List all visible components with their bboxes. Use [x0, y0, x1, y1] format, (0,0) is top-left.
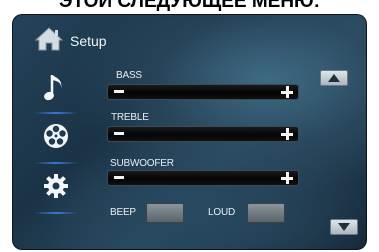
page-title: Setup — [70, 33, 107, 49]
sidebar-item-video[interactable] — [30, 118, 82, 158]
home-icon[interactable] — [34, 26, 64, 52]
subwoofer-label: SUBWOOFER — [110, 158, 174, 169]
scroll-up-button[interactable] — [320, 70, 348, 86]
plus-icon[interactable] — [281, 86, 293, 98]
plus-icon[interactable] — [281, 172, 293, 184]
minus-icon[interactable] — [114, 132, 124, 135]
minus-icon[interactable] — [114, 176, 124, 179]
treble-label: TREBLE — [111, 112, 149, 123]
sidebar — [30, 70, 82, 220]
loud-toggle[interactable] — [247, 203, 285, 223]
sidebar-item-audio[interactable] — [30, 70, 82, 110]
divider — [34, 212, 78, 214]
divider — [34, 162, 78, 164]
arrow-down-icon — [338, 223, 350, 231]
film-reel-icon — [42, 122, 70, 155]
scroll-down-button[interactable] — [330, 219, 358, 235]
sidebar-item-settings[interactable] — [30, 168, 82, 208]
header: Setup — [12, 14, 367, 62]
treble-slider[interactable] — [107, 126, 299, 142]
subwoofer-slider[interactable] — [107, 170, 299, 186]
setup-screen: Setup BASS TREBLE SUBWOOFER BEEP LOUD — [12, 14, 367, 250]
minus-icon[interactable] — [114, 90, 124, 93]
divider — [34, 112, 78, 114]
bass-slider[interactable] — [107, 84, 299, 100]
music-note-icon — [43, 72, 69, 109]
beep-label: BEEP — [110, 207, 136, 218]
gear-icon — [43, 173, 69, 204]
bass-label: BASS — [116, 70, 142, 81]
plus-icon[interactable] — [281, 128, 293, 140]
caption-text: ЭТОЙ СЛЕДУЮЩЕЕ МЕНЮ: — [59, 0, 320, 12]
arrow-up-icon — [328, 74, 340, 82]
beep-toggle[interactable] — [146, 203, 184, 223]
loud-label: LOUD — [208, 207, 235, 218]
